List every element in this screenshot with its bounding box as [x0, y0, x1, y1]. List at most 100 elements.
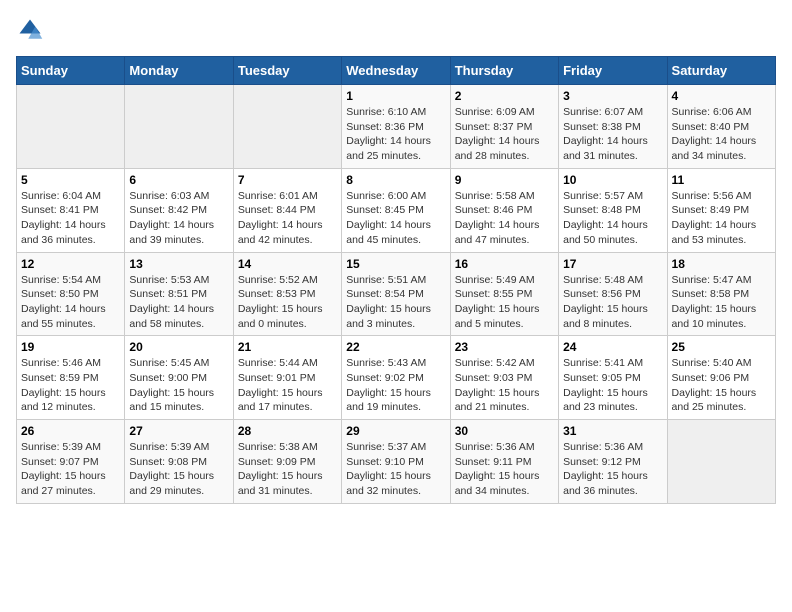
day-number: 16 [455, 257, 554, 271]
day-number: 11 [672, 173, 771, 187]
day-number: 30 [455, 424, 554, 438]
day-number: 26 [21, 424, 120, 438]
day-cell: 18 Sunrise: 5:47 AM Sunset: 8:58 PM Dayli… [667, 252, 775, 336]
calendar-table: SundayMondayTuesdayWednesdayThursdayFrid… [16, 56, 776, 504]
day-detail: Sunrise: 5:38 AM Sunset: 9:09 PM Dayligh… [238, 440, 337, 499]
day-number: 2 [455, 89, 554, 103]
day-cell: 23Sunrise: 5:42 AM Sunset: 9:03 PM Dayli… [450, 336, 558, 420]
day-detail: Sunrise: 5:46 AM Sunset: 8:59 PM Dayligh… [21, 356, 120, 415]
header-sunday: Sunday [17, 57, 125, 85]
day-cell: 29 Sunrise: 5:37 AM Sunset: 9:10 PM Dayli… [342, 420, 450, 504]
day-cell: 28Sunrise: 5:38 AM Sunset: 9:09 PM Dayli… [233, 420, 341, 504]
day-cell: 6Sunrise: 6:03 AM Sunset: 8:42 PM Daylig… [125, 168, 233, 252]
day-cell: 5 Sunrise: 6:04 AM Sunset: 8:41 PM Daylig… [17, 168, 125, 252]
day-cell: 8Sunrise: 6:00 AM Sunset: 8:45 PM Daylig… [342, 168, 450, 252]
day-cell: 2 Sunrise: 6:09 AM Sunset: 8:37 PM Daylig… [450, 85, 558, 169]
day-detail: Sunrise: 6:04 AM Sunset: 8:41 PM Dayligh… [21, 189, 120, 248]
week-row-4: 19 Sunrise: 5:46 AM Sunset: 8:59 PM Dayli… [17, 336, 776, 420]
day-detail: Sunrise: 5:49 AM Sunset: 8:55 PM Dayligh… [455, 273, 554, 332]
day-detail: Sunrise: 5:37 AM Sunset: 9:10 PM Dayligh… [346, 440, 445, 499]
day-cell: 19 Sunrise: 5:46 AM Sunset: 8:59 PM Dayli… [17, 336, 125, 420]
day-cell: 14 Sunrise: 5:52 AM Sunset: 8:53 PM Dayli… [233, 252, 341, 336]
day-cell: 25 Sunrise: 5:40 AM Sunset: 9:06 PM Dayli… [667, 336, 775, 420]
day-detail: Sunrise: 5:40 AM Sunset: 9:06 PM Dayligh… [672, 356, 771, 415]
day-cell: 15 Sunrise: 5:51 AM Sunset: 8:54 PM Dayli… [342, 252, 450, 336]
day-cell: 20 Sunrise: 5:45 AM Sunset: 9:00 PM Dayli… [125, 336, 233, 420]
day-detail: Sunrise: 5:54 AM Sunset: 8:50 PM Dayligh… [21, 273, 120, 332]
day-number: 22 [346, 340, 445, 354]
day-detail: Sunrise: 5:52 AM Sunset: 8:53 PM Dayligh… [238, 273, 337, 332]
day-number: 19 [21, 340, 120, 354]
day-detail: Sunrise: 5:41 AM Sunset: 9:05 PM Dayligh… [563, 356, 662, 415]
day-number: 6 [129, 173, 228, 187]
header-row: SundayMondayTuesdayWednesdayThursdayFrid… [17, 57, 776, 85]
day-cell: 22 Sunrise: 5:43 AM Sunset: 9:02 PM Dayli… [342, 336, 450, 420]
day-cell [17, 85, 125, 169]
day-detail: Sunrise: 5:51 AM Sunset: 8:54 PM Dayligh… [346, 273, 445, 332]
day-number: 31 [563, 424, 662, 438]
day-cell: 27Sunrise: 5:39 AM Sunset: 9:08 PM Dayli… [125, 420, 233, 504]
day-cell: 7Sunrise: 6:01 AM Sunset: 8:44 PM Daylig… [233, 168, 341, 252]
day-detail: Sunrise: 5:47 AM Sunset: 8:58 PM Dayligh… [672, 273, 771, 332]
week-row-1: 1Sunrise: 6:10 AM Sunset: 8:36 PM Daylig… [17, 85, 776, 169]
day-number: 18 [672, 257, 771, 271]
header-monday: Monday [125, 57, 233, 85]
week-row-2: 5 Sunrise: 6:04 AM Sunset: 8:41 PM Daylig… [17, 168, 776, 252]
week-row-5: 26 Sunrise: 5:39 AM Sunset: 9:07 PM Dayli… [17, 420, 776, 504]
day-cell: 17 Sunrise: 5:48 AM Sunset: 8:56 PM Dayli… [559, 252, 667, 336]
day-detail: Sunrise: 5:42 AM Sunset: 9:03 PM Dayligh… [455, 356, 554, 415]
day-cell: 16 Sunrise: 5:49 AM Sunset: 8:55 PM Dayli… [450, 252, 558, 336]
logo-icon [16, 16, 44, 44]
day-number: 25 [672, 340, 771, 354]
day-detail: Sunrise: 6:09 AM Sunset: 8:37 PM Dayligh… [455, 105, 554, 164]
day-number: 20 [129, 340, 228, 354]
day-number: 24 [563, 340, 662, 354]
week-row-3: 12Sunrise: 5:54 AM Sunset: 8:50 PM Dayli… [17, 252, 776, 336]
day-number: 13 [129, 257, 228, 271]
day-cell: 24 Sunrise: 5:41 AM Sunset: 9:05 PM Dayli… [559, 336, 667, 420]
day-cell [125, 85, 233, 169]
day-cell [233, 85, 341, 169]
day-cell: 26 Sunrise: 5:39 AM Sunset: 9:07 PM Dayli… [17, 420, 125, 504]
day-cell: 30 Sunrise: 5:36 AM Sunset: 9:11 PM Dayli… [450, 420, 558, 504]
day-number: 4 [672, 89, 771, 103]
day-cell: 31 Sunrise: 5:36 AM Sunset: 9:12 PM Dayli… [559, 420, 667, 504]
day-cell: 4 Sunrise: 6:06 AM Sunset: 8:40 PM Daylig… [667, 85, 775, 169]
day-detail: Sunrise: 6:06 AM Sunset: 8:40 PM Dayligh… [672, 105, 771, 164]
header-saturday: Saturday [667, 57, 775, 85]
day-detail: Sunrise: 5:39 AM Sunset: 9:07 PM Dayligh… [21, 440, 120, 499]
day-detail: Sunrise: 5:36 AM Sunset: 9:12 PM Dayligh… [563, 440, 662, 499]
logo [16, 16, 48, 44]
day-detail: Sunrise: 5:43 AM Sunset: 9:02 PM Dayligh… [346, 356, 445, 415]
day-number: 3 [563, 89, 662, 103]
header-thursday: Thursday [450, 57, 558, 85]
day-number: 10 [563, 173, 662, 187]
day-number: 7 [238, 173, 337, 187]
day-detail: Sunrise: 5:48 AM Sunset: 8:56 PM Dayligh… [563, 273, 662, 332]
day-detail: Sunrise: 5:36 AM Sunset: 9:11 PM Dayligh… [455, 440, 554, 499]
day-number: 5 [21, 173, 120, 187]
day-cell: 12Sunrise: 5:54 AM Sunset: 8:50 PM Dayli… [17, 252, 125, 336]
day-number: 29 [346, 424, 445, 438]
day-number: 14 [238, 257, 337, 271]
header-friday: Friday [559, 57, 667, 85]
day-number: 17 [563, 257, 662, 271]
day-cell: 13 Sunrise: 5:53 AM Sunset: 8:51 PM Dayli… [125, 252, 233, 336]
day-number: 15 [346, 257, 445, 271]
day-detail: Sunrise: 5:53 AM Sunset: 8:51 PM Dayligh… [129, 273, 228, 332]
day-number: 1 [346, 89, 445, 103]
header-tuesday: Tuesday [233, 57, 341, 85]
day-number: 27 [129, 424, 228, 438]
day-cell: 9Sunrise: 5:58 AM Sunset: 8:46 PM Daylig… [450, 168, 558, 252]
page-header [16, 16, 776, 44]
day-detail: Sunrise: 5:45 AM Sunset: 9:00 PM Dayligh… [129, 356, 228, 415]
day-cell: 11Sunrise: 5:56 AM Sunset: 8:49 PM Dayli… [667, 168, 775, 252]
day-detail: Sunrise: 6:07 AM Sunset: 8:38 PM Dayligh… [563, 105, 662, 164]
day-cell: 3 Sunrise: 6:07 AM Sunset: 8:38 PM Daylig… [559, 85, 667, 169]
day-detail: Sunrise: 5:58 AM Sunset: 8:46 PM Dayligh… [455, 189, 554, 248]
day-cell: 1Sunrise: 6:10 AM Sunset: 8:36 PM Daylig… [342, 85, 450, 169]
day-number: 21 [238, 340, 337, 354]
day-cell [667, 420, 775, 504]
day-detail: Sunrise: 6:00 AM Sunset: 8:45 PM Dayligh… [346, 189, 445, 248]
day-detail: Sunrise: 5:44 AM Sunset: 9:01 PM Dayligh… [238, 356, 337, 415]
